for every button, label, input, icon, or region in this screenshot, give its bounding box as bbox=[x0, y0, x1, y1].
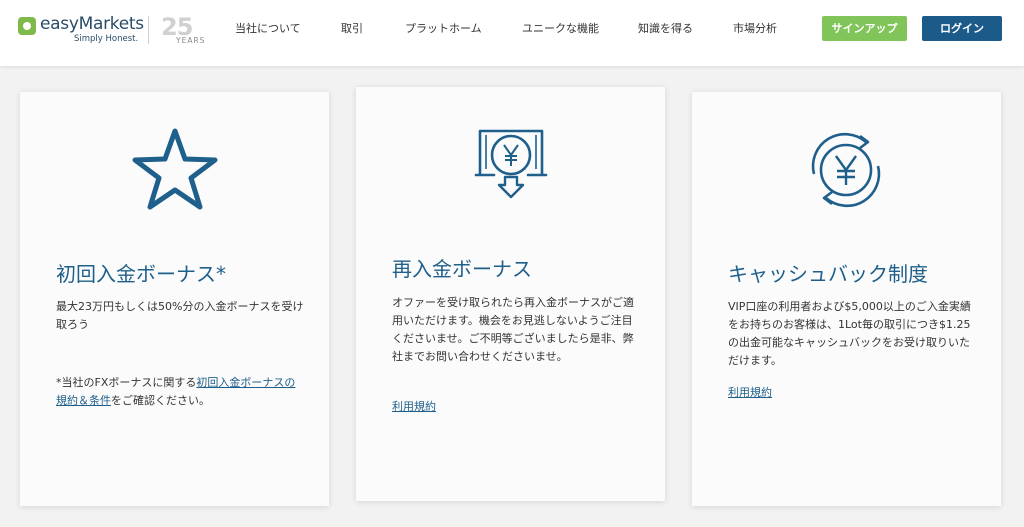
card-description: VIP口座の利用者および$5,000以上のご入金実績をお持ちのお客様は、1Lot… bbox=[728, 300, 971, 367]
card-title: キャッシュバック制度 bbox=[728, 262, 928, 286]
terms-link[interactable]: 利用規約 bbox=[728, 384, 772, 400]
logo-name: easyMarkets bbox=[40, 14, 144, 34]
card-description: 最大23万円もしくは50%分の入金ボーナスを受け取ろう bbox=[56, 300, 304, 331]
nav-platforms[interactable]: プラットホーム bbox=[405, 20, 482, 36]
nav-about[interactable]: 当社について bbox=[235, 20, 301, 36]
nav-market-analysis[interactable]: 市場分析 bbox=[733, 20, 777, 36]
note-prefix: *当社のFXボーナスに関する bbox=[56, 376, 197, 389]
logo-tagline: Simply Honest. bbox=[74, 34, 139, 44]
card-first-deposit-bonus: 初回入金ボーナス* 最大23万円もしくは50%分の入金ボーナスを受け取ろう *当… bbox=[20, 92, 329, 506]
card-title: 再入金ボーナス bbox=[392, 257, 532, 281]
yen-deposit-icon bbox=[474, 129, 548, 199]
card-note: *当社のFXボーナスに関する初回入金ボーナスの規約＆条件をご確認ください。 bbox=[56, 374, 306, 410]
card-title: 初回入金ボーナス* bbox=[56, 262, 226, 286]
terms-link[interactable]: 利用規約 bbox=[392, 398, 436, 414]
card-cashback: キャッシュバック制度 VIP口座の利用者および$5,000以上のご入金実績をお持… bbox=[692, 92, 1001, 506]
card-description: オファーを受け取られたら再入金ボーナスがご適用いただけます。機会をお見逃しないよ… bbox=[392, 296, 634, 363]
logo-divider bbox=[148, 16, 149, 44]
anniversary-label: YEARS bbox=[176, 36, 206, 45]
site-header: easyMarkets Simply Honest. 25 YEARS 当社につ… bbox=[0, 0, 1024, 66]
nav-learn[interactable]: 知識を得る bbox=[638, 20, 693, 36]
card-redeposit-bonus: 再入金ボーナス オファーを受け取られたら再入金ボーナスがご適用いただけます。機会… bbox=[356, 87, 665, 501]
nav-trading[interactable]: 取引 bbox=[341, 20, 363, 36]
nav-unique-features[interactable]: ユニークな機能 bbox=[522, 20, 599, 36]
logo-mark-icon bbox=[18, 17, 36, 35]
signup-button[interactable]: サインアップ bbox=[822, 16, 907, 41]
login-button[interactable]: ログイン bbox=[922, 16, 1002, 41]
easymarkets-logo[interactable]: easyMarkets Simply Honest. 25 YEARS bbox=[18, 13, 204, 48]
yen-cashback-icon bbox=[811, 132, 881, 208]
note-suffix: をご確認ください。 bbox=[111, 394, 210, 407]
star-icon bbox=[132, 128, 218, 210]
